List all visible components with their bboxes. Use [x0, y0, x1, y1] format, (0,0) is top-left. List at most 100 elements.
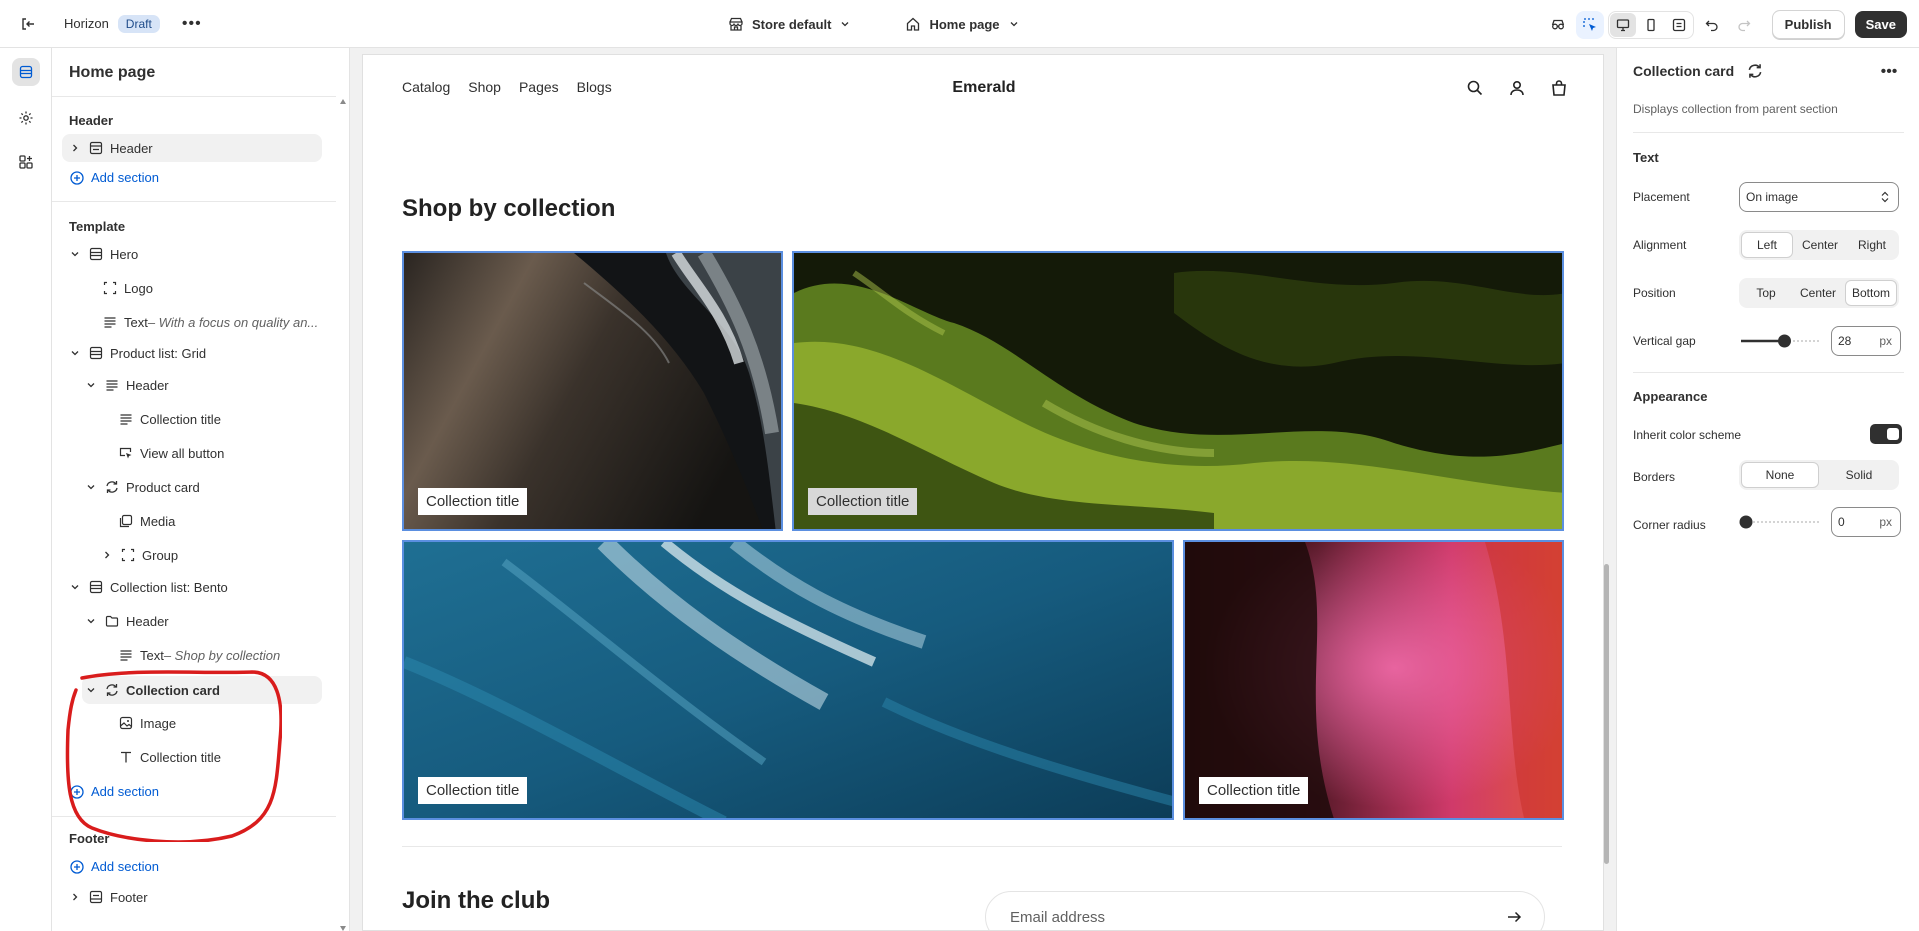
undo-icon[interactable]: [1698, 11, 1726, 39]
tree-item-group[interactable]: Group: [100, 541, 178, 569]
add-section-footer[interactable]: Add section: [70, 859, 159, 874]
tree-item-product-list[interactable]: Product list: Grid: [68, 339, 206, 367]
tree-item-product-card[interactable]: Product card: [84, 473, 200, 501]
more-icon[interactable]: •••: [1875, 60, 1903, 84]
tree-item-collection-header[interactable]: Header: [84, 607, 169, 635]
chevron-right-icon[interactable]: [68, 890, 82, 904]
tree-item-collection-list[interactable]: Collection list: Bento: [68, 573, 228, 601]
vertical-gap-input[interactable]: 28 px: [1831, 326, 1901, 356]
apps-icon[interactable]: [12, 148, 40, 176]
exit-icon[interactable]: [14, 10, 42, 38]
tree-scrollbar[interactable]: [338, 48, 348, 931]
storefront-preview: Catalog Shop Pages Blogs Emerald Shop by…: [362, 54, 1604, 931]
tree-item-card-collection-title[interactable]: Collection title: [118, 743, 221, 771]
section-title: Shop by collection: [402, 195, 616, 222]
vertical-gap-label: Vertical gap: [1633, 334, 1696, 348]
chevron-down-icon[interactable]: [84, 378, 98, 392]
alignment-center[interactable]: Center: [1795, 232, 1845, 258]
fullscreen-icon[interactable]: [1666, 13, 1692, 37]
publish-button[interactable]: Publish: [1771, 10, 1845, 39]
tree-item-logo[interactable]: Logo: [102, 274, 153, 302]
collection-card-title[interactable]: Collection title: [418, 488, 528, 515]
chevron-down-icon[interactable]: [84, 480, 98, 494]
cart-icon[interactable]: [1547, 76, 1571, 100]
nav-link-shop[interactable]: Shop: [468, 79, 501, 95]
chevron-right-icon[interactable]: [100, 548, 114, 562]
vertical-gap-slider[interactable]: [1739, 334, 1823, 348]
tree-item-hero[interactable]: Hero: [68, 240, 138, 268]
inherit-color-toggle[interactable]: [1870, 424, 1902, 444]
logo-block-icon: [102, 280, 118, 296]
section-tree: Home page Header Header Add section Temp…: [52, 48, 350, 931]
image-icon: [118, 715, 134, 731]
placement-select[interactable]: On image: [1739, 182, 1899, 212]
save-button[interactable]: Save: [1854, 11, 1907, 38]
alignment-right[interactable]: Right: [1847, 232, 1897, 258]
page-selector-label: Home page: [929, 16, 1000, 32]
tree-item-view-all-button[interactable]: View all button: [118, 439, 224, 467]
desktop-icon[interactable]: [1609, 12, 1636, 37]
settings-icon[interactable]: [12, 104, 40, 132]
collection-card[interactable]: Collection title: [792, 251, 1564, 531]
email-input[interactable]: Email address: [985, 891, 1545, 930]
add-section-header[interactable]: Add section: [70, 170, 159, 185]
corner-radius-slider[interactable]: [1739, 515, 1823, 529]
tree-item-text[interactable]: Text – With a focus on quality an...: [102, 308, 318, 336]
chevron-right-icon[interactable]: [68, 141, 82, 155]
preview-icon[interactable]: [1544, 11, 1572, 39]
store-icon: [729, 17, 743, 31]
collection-card[interactable]: Collection title: [1183, 540, 1564, 820]
more-icon[interactable]: •••: [178, 10, 206, 38]
redo-icon[interactable]: [1730, 11, 1758, 39]
nav-link-pages[interactable]: Pages: [519, 79, 559, 95]
tree-item-media[interactable]: Media: [118, 507, 175, 535]
page-selector[interactable]: Home page: [905, 16, 1019, 32]
theme-name: Horizon: [64, 16, 109, 31]
inherit-color-label: Inherit color scheme: [1633, 428, 1742, 442]
borders-none[interactable]: None: [1741, 462, 1819, 488]
alignment-left[interactable]: Left: [1741, 232, 1793, 258]
collection-card-title[interactable]: Collection title: [418, 777, 528, 804]
chevron-down-icon[interactable]: [68, 247, 82, 261]
chevron-down-icon[interactable]: [68, 580, 82, 594]
position-segmented: Top Center Bottom: [1739, 278, 1899, 308]
borders-solid[interactable]: Solid: [1821, 462, 1897, 488]
position-top[interactable]: Top: [1741, 280, 1791, 306]
arrow-right-icon[interactable]: [1506, 909, 1522, 925]
position-center[interactable]: Center: [1793, 280, 1843, 306]
tree-item-collection-title[interactable]: Collection title: [118, 405, 221, 433]
add-section-template[interactable]: Add section: [70, 784, 159, 799]
inspector-icon[interactable]: [1575, 10, 1604, 39]
search-icon[interactable]: [1463, 76, 1487, 100]
section-icon: [88, 345, 104, 361]
store-selector[interactable]: Store default: [728, 16, 851, 32]
collection-card[interactable]: Collection title: [402, 251, 783, 531]
chevron-down-icon[interactable]: [68, 346, 82, 360]
tree-item-footer[interactable]: Footer: [68, 883, 148, 911]
appearance-section-label: Appearance: [1633, 389, 1708, 404]
tree-item-header[interactable]: Header: [62, 134, 322, 162]
account-icon[interactable]: [1505, 76, 1529, 100]
tree-item-shop-text[interactable]: Text – Shop by collection: [118, 641, 280, 669]
tree-item-image[interactable]: Image: [118, 709, 176, 737]
position-bottom[interactable]: Bottom: [1845, 280, 1897, 306]
nav-link-catalog[interactable]: Catalog: [402, 79, 450, 95]
chevron-down-icon[interactable]: [84, 614, 98, 628]
collection-card-title[interactable]: Collection title: [1199, 777, 1309, 804]
chevron-down-icon[interactable]: [84, 683, 98, 697]
panel-title: Collection card: [1633, 63, 1735, 79]
nav-link-blogs[interactable]: Blogs: [577, 79, 612, 95]
corner-radius-input[interactable]: 0 px: [1831, 507, 1901, 537]
borders-segmented: None Solid: [1739, 460, 1899, 490]
canvas-scrollbar[interactable]: [1604, 564, 1609, 864]
collection-card[interactable]: Collection title: [402, 540, 1174, 820]
store-nav: Catalog Shop Pages Blogs: [402, 79, 612, 95]
tree-item-collection-card[interactable]: Collection card: [82, 676, 322, 704]
tree-item-product-header[interactable]: Header: [84, 371, 169, 399]
sections-icon[interactable]: [12, 58, 40, 86]
panel-description: Displays collection from parent section: [1633, 102, 1838, 116]
email-placeholder: Email address: [1010, 908, 1106, 926]
collection-card-title[interactable]: Collection title: [808, 488, 918, 515]
button-block-icon: [118, 445, 134, 461]
mobile-icon[interactable]: [1638, 13, 1664, 37]
